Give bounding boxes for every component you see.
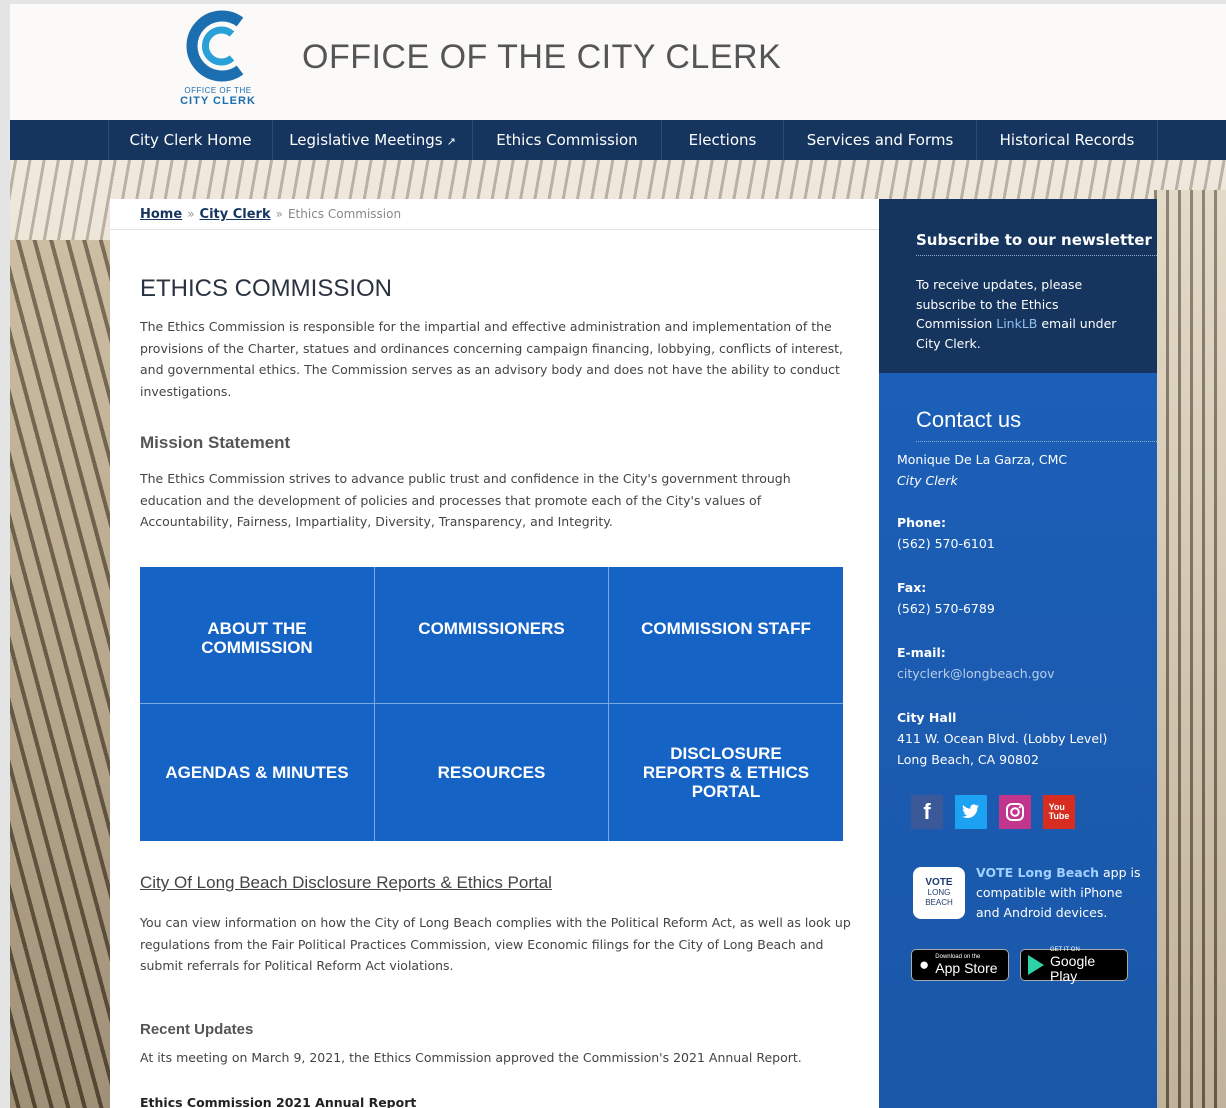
google-play-badge[interactable]: GET IT ON Google Play [1020, 947, 1128, 983]
breadcrumb-home[interactable]: Home [140, 207, 182, 222]
city-hall-label: City Hall [897, 710, 957, 725]
breadcrumb-current: Ethics Commission [287, 207, 402, 221]
commission-tile-grid: ABOUT THE COMMISSION COMMISSIONERS COMMI… [140, 567, 843, 841]
mission-paragraph: The Ethics Commission strives to advance… [140, 471, 791, 529]
nav-city-clerk-home[interactable]: City Clerk Home [109, 120, 273, 160]
breadcrumb-city-clerk[interactable]: City Clerk [200, 207, 271, 222]
nav-legislative-meetings[interactable]: Legislative Meetings ↗ [273, 120, 473, 160]
twitter-icon[interactable] [955, 795, 987, 829]
linklb-link[interactable]: LinkLB [996, 316, 1037, 331]
tile-resources[interactable]: RESOURCES [375, 704, 609, 841]
newsletter-title: Subscribe to our newsletter [916, 231, 1157, 256]
contact-fax-block: Fax: (562) 570-6789 [897, 577, 1147, 619]
external-link-icon: ↗ [446, 135, 456, 148]
email-link[interactable]: cityclerk@longbeach.gov [897, 663, 1147, 684]
tile-agendas-minutes[interactable]: AGENDAS & MINUTES [140, 704, 375, 841]
contact-title: Contact us [916, 407, 1157, 442]
breadcrumb-divider [110, 229, 879, 230]
vote-app-link[interactable]: VOTE Long Beach [976, 865, 1099, 880]
background-building-left [0, 240, 120, 1108]
ethics-portal-link[interactable]: City Of Long Beach Disclosure Reports & … [140, 873, 552, 893]
recent-updates-text: At its meeting on March 9, 2021, the Eth… [140, 1050, 802, 1065]
contact-phone-block: Phone: (562) 570-6101 [897, 512, 1147, 554]
portal-paragraph: You can view information on how the City… [140, 915, 851, 973]
fax-label: Fax: [897, 580, 927, 595]
fax-number: (562) 570-6789 [897, 601, 995, 616]
newsletter-box: Subscribe to our newsletter To receive u… [879, 199, 1157, 373]
tile-disclosure-reports[interactable]: DISCLOSURE REPORTS & ETHICS PORTAL [609, 704, 843, 841]
mission-heading: Mission Statement [140, 433, 291, 452]
nav-services-and-forms[interactable]: Services and Forms [784, 120, 977, 160]
tile-commissioners[interactable]: COMMISSIONERS [375, 567, 609, 704]
background-building-right [1154, 190, 1226, 1108]
vote-long-beach-logo[interactable]: VOTE LONG BEACH [913, 867, 965, 919]
phone-label: Phone: [897, 515, 947, 530]
apple-icon: ● [919, 955, 930, 974]
logo-line2: CITY CLERK [180, 95, 256, 107]
facebook-icon[interactable]: f [911, 795, 943, 829]
tile-commission-staff[interactable]: COMMISSION STAFF [609, 567, 843, 704]
main-content: Home» City Clerk» Ethics Commission ETHICS… [110, 199, 879, 1108]
app-store-badge[interactable]: ● Download on the App Store [911, 949, 1009, 981]
tile-about-commission[interactable]: ABOUT THE COMMISSION [140, 567, 375, 704]
clerk-role: City Clerk [897, 473, 958, 488]
annual-report-title[interactable]: Ethics Commission 2021 Annual Report [140, 1095, 416, 1108]
nav-historical-records[interactable]: Historical Records [977, 120, 1158, 160]
page-title: ETHICS COMMISSION [140, 275, 393, 302]
contact-email-block: E-mail: cityclerk@longbeach.gov [897, 642, 1147, 684]
phone-number[interactable]: (562) 570-6101 [897, 533, 1147, 554]
instagram-icon[interactable] [999, 795, 1031, 829]
youtube-icon[interactable]: You Tube [1043, 795, 1075, 829]
vote-app-text: VOTE Long Beach app is compatible with i… [976, 865, 1141, 920]
contact-name-block: Monique De La Garza, CMC City Clerk [897, 449, 1147, 491]
nav-elections[interactable]: Elections [662, 120, 784, 160]
recent-updates-heading: Recent Updates [140, 1021, 254, 1038]
city-clerk-logo[interactable]: OFFICE OF THE CITY CLERK [168, 8, 268, 112]
contact-address-block: City Hall 411 W. Ocean Blvd. (Lobby Leve… [897, 707, 1147, 770]
newsletter-text: To receive updates, please subscribe to … [916, 277, 1117, 351]
clerk-name: Monique De La Garza, CMC [897, 452, 1068, 467]
intro-paragraph: The Ethics Commission is responsible for… [140, 319, 844, 399]
google-play-icon [1028, 955, 1044, 975]
site-header: OFFICE OF THE CITY CLERK OFFICE OF THE C… [10, 0, 1226, 120]
address-line1: 411 W. Ocean Blvd. (Lobby Level) [897, 731, 1108, 746]
breadcrumb: Home» City Clerk» Ethics Commission [140, 207, 402, 222]
page-edge [0, 0, 10, 1108]
social-links: f You Tube [911, 795, 1075, 829]
cc-logo-icon [186, 10, 244, 82]
nav-ethics-commission[interactable]: Ethics Commission [473, 120, 662, 160]
email-label: E-mail: [897, 645, 946, 660]
address-line2: Long Beach, CA 90802 [897, 752, 1039, 767]
main-nav: City Clerk Home Legislative Meetings ↗ Et… [10, 120, 1226, 160]
sidebar: Subscribe to our newsletter To receive u… [879, 199, 1157, 1108]
site-title: OFFICE OF THE CITY CLERK [302, 38, 782, 76]
